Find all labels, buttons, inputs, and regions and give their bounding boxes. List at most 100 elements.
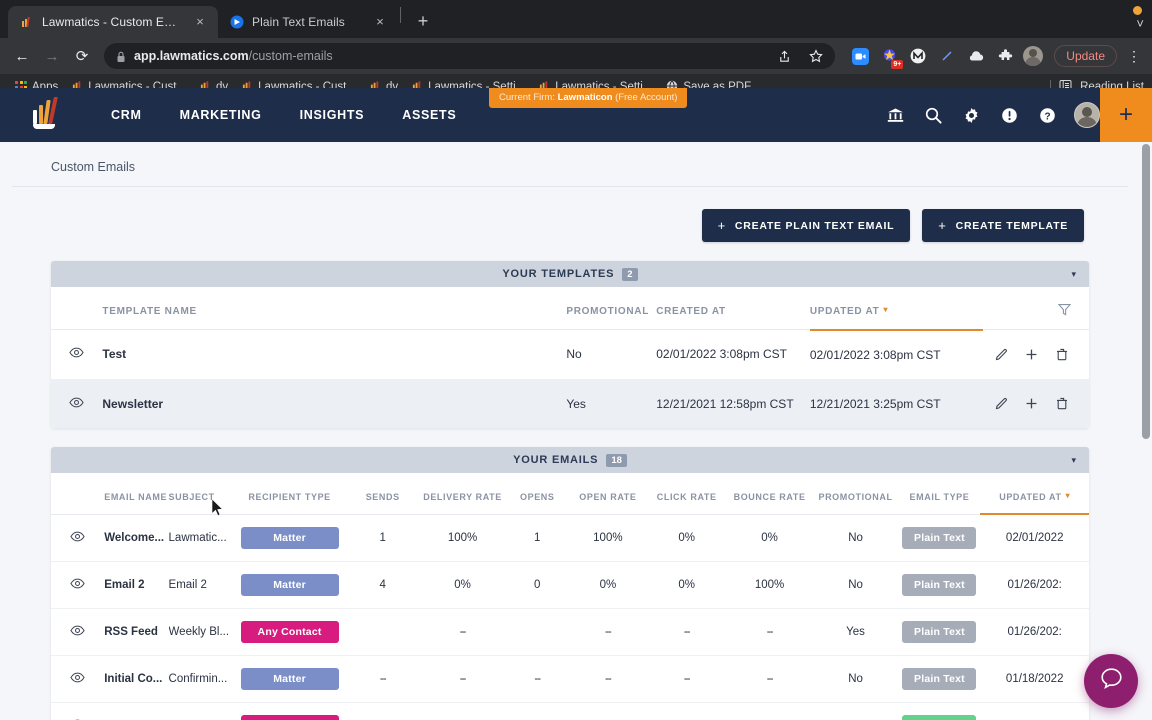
nav-item-assets[interactable]: ASSETS [383,88,475,142]
star-icon[interactable] [805,45,827,67]
firm-name: Lawmaticon [557,92,613,103]
filter-icon[interactable] [1057,304,1072,319]
vertical-scrollbar[interactable] [1140,142,1152,720]
email-name[interactable]: Email 2 [104,561,169,609]
new-tab-button[interactable]: + [409,7,437,35]
bank-icon[interactable] [884,104,906,126]
edit-icon[interactable] [992,395,1010,413]
extension-color-icon[interactable]: 9+ [878,45,904,69]
eye-icon[interactable] [70,578,85,592]
th-promotional[interactable]: PROMOTIONAL [566,287,657,330]
preview-cell[interactable] [51,561,105,609]
browser-tab-0[interactable]: Lawmatics - Custom Emails × [8,6,218,38]
th-email-type[interactable]: EMAIL TYPE [898,473,981,515]
pen-icon[interactable] [936,45,958,67]
chevron-down-icon[interactable]: ˅ [1136,16,1144,31]
table-row[interactable]: Test No 02/01/2022 3:08pm CST 02/01/2022… [51,329,1089,380]
templates-panel-header[interactable]: YOUR TEMPLATES 2 ▾ [51,261,1089,287]
preview-cell[interactable] [51,655,105,703]
app-logo[interactable] [0,97,92,129]
eye-icon[interactable] [70,625,85,639]
forward-icon[interactable]: → [38,42,66,70]
preview-cell[interactable] [51,329,103,380]
th-click-rate[interactable]: CLICK RATE [646,473,727,515]
table-row[interactable]: Initial Co... Confirmin... Matter -- -- … [51,655,1089,703]
th-opens[interactable]: OPENS [505,473,569,515]
create-plain-text-email-button[interactable]: + CREATE PLAIN TEXT EMAIL [701,209,911,242]
eye-icon[interactable] [70,672,85,686]
chevron-down-icon[interactable]: ▾ [1071,455,1076,466]
edit-icon[interactable] [992,345,1010,363]
eye-icon[interactable] [69,397,84,411]
eye-icon[interactable] [70,531,85,545]
table-row[interactable]: Welcome... Lawmatic... Matter 1 100% 1 1… [51,514,1089,562]
th-promotional[interactable]: PROMOTIONAL [812,473,899,515]
cloud-icon[interactable] [965,45,987,67]
nav-item-insights[interactable]: INSIGHTS [281,88,384,142]
th-filter[interactable] [983,287,1089,330]
th-sends[interactable]: SENDS [345,473,420,515]
preview-cell[interactable] [51,702,105,720]
email-name[interactable]: Initial Co... [104,655,169,703]
email-subject-text: Email 2 [168,578,207,591]
share-icon[interactable] [773,45,795,67]
help-icon[interactable]: ? [1036,104,1058,126]
template-name[interactable]: Newsletter [102,379,567,428]
delete-icon[interactable] [1053,395,1071,413]
puzzle-icon[interactable] [994,45,1016,67]
user-avatar[interactable] [1074,102,1100,128]
chevron-down-icon[interactable]: ▾ [1071,269,1076,280]
browser-menu-icon[interactable]: ⋮ [1124,48,1144,65]
eye-icon[interactable] [69,347,84,361]
quick-add-button[interactable]: + [1100,88,1152,142]
preview-cell[interactable] [51,379,103,428]
address-bar[interactable]: app.lawmatics.com/custom-emails [104,43,836,69]
th-delivery-rate[interactable]: DELIVERY RATE [419,473,506,515]
th-subject[interactable]: SUBJECT [168,473,234,515]
table-row[interactable]: Dec 2021... Happy Ho... Any Contact -- -… [51,702,1089,720]
email-name[interactable]: RSS Feed [104,608,169,656]
emails-panel-header[interactable]: YOUR EMAILS 18 ▾ [51,447,1089,473]
alert-icon[interactable] [998,104,1020,126]
th-template-name[interactable]: TEMPLATE NAME [102,287,567,330]
gear-icon[interactable] [960,104,982,126]
firm-suffix: (Free Account) [615,92,678,103]
preview-cell[interactable] [51,514,105,562]
th-created-at[interactable]: CREATED AT [656,287,810,330]
browser-tab-1[interactable]: Plain Text Emails × [218,6,398,38]
template-name[interactable]: Test [102,329,567,380]
duplicate-icon[interactable] [1023,395,1041,413]
th-bounce-rate[interactable]: BOUNCE RATE [726,473,813,515]
duplicate-icon[interactable] [1023,345,1041,363]
page-viewport: CRM MARKETING INSIGHTS ASSETS Current Fi… [0,88,1152,720]
email-type-cell: Plain Text [898,561,981,609]
email-name[interactable]: Welcome... [104,514,169,562]
close-icon[interactable]: × [192,14,208,30]
update-button[interactable]: Update [1054,45,1117,67]
email-name[interactable]: Dec 2021... [104,702,169,720]
preview-cell[interactable] [51,608,105,656]
close-icon[interactable]: × [372,14,388,30]
nav-item-marketing[interactable]: MARKETING [161,88,281,142]
create-template-button[interactable]: + CREATE TEMPLATE [922,209,1084,242]
chat-bubble-button[interactable] [1084,654,1138,708]
email-promotional: No [812,655,899,703]
th-email-name[interactable]: EMAIL NAME [104,473,169,515]
delete-icon[interactable] [1053,345,1071,363]
zoom-meeting-icon[interactable] [849,45,871,67]
scrollbar-thumb[interactable] [1142,144,1150,439]
nav-item-crm[interactable]: CRM [92,88,161,142]
search-icon[interactable] [922,104,944,126]
table-row[interactable]: Newsletter Yes 12/21/2021 12:58pm CST 12… [51,379,1089,428]
table-row[interactable]: RSS Feed Weekly Bl... Any Contact -- -- … [51,608,1089,656]
table-row[interactable]: Email 2 Email 2 Matter 4 0% 0 0% 0% 100%… [51,561,1089,609]
chrome-profile-avatar[interactable] [1023,46,1044,66]
th-open-rate[interactable]: OPEN RATE [568,473,647,515]
th-updated-at[interactable]: UPDATED AT ▾ [809,287,984,331]
reload-icon[interactable]: ⟳ [68,42,96,70]
th-recipient-type[interactable]: RECIPIENT TYPE [233,473,346,515]
back-icon[interactable]: ← [8,42,36,70]
th-updated-at[interactable]: UPDATED AT ▾ [980,473,1089,515]
m-extension-icon[interactable] [907,45,929,67]
delivery-rate: -- [419,608,506,656]
